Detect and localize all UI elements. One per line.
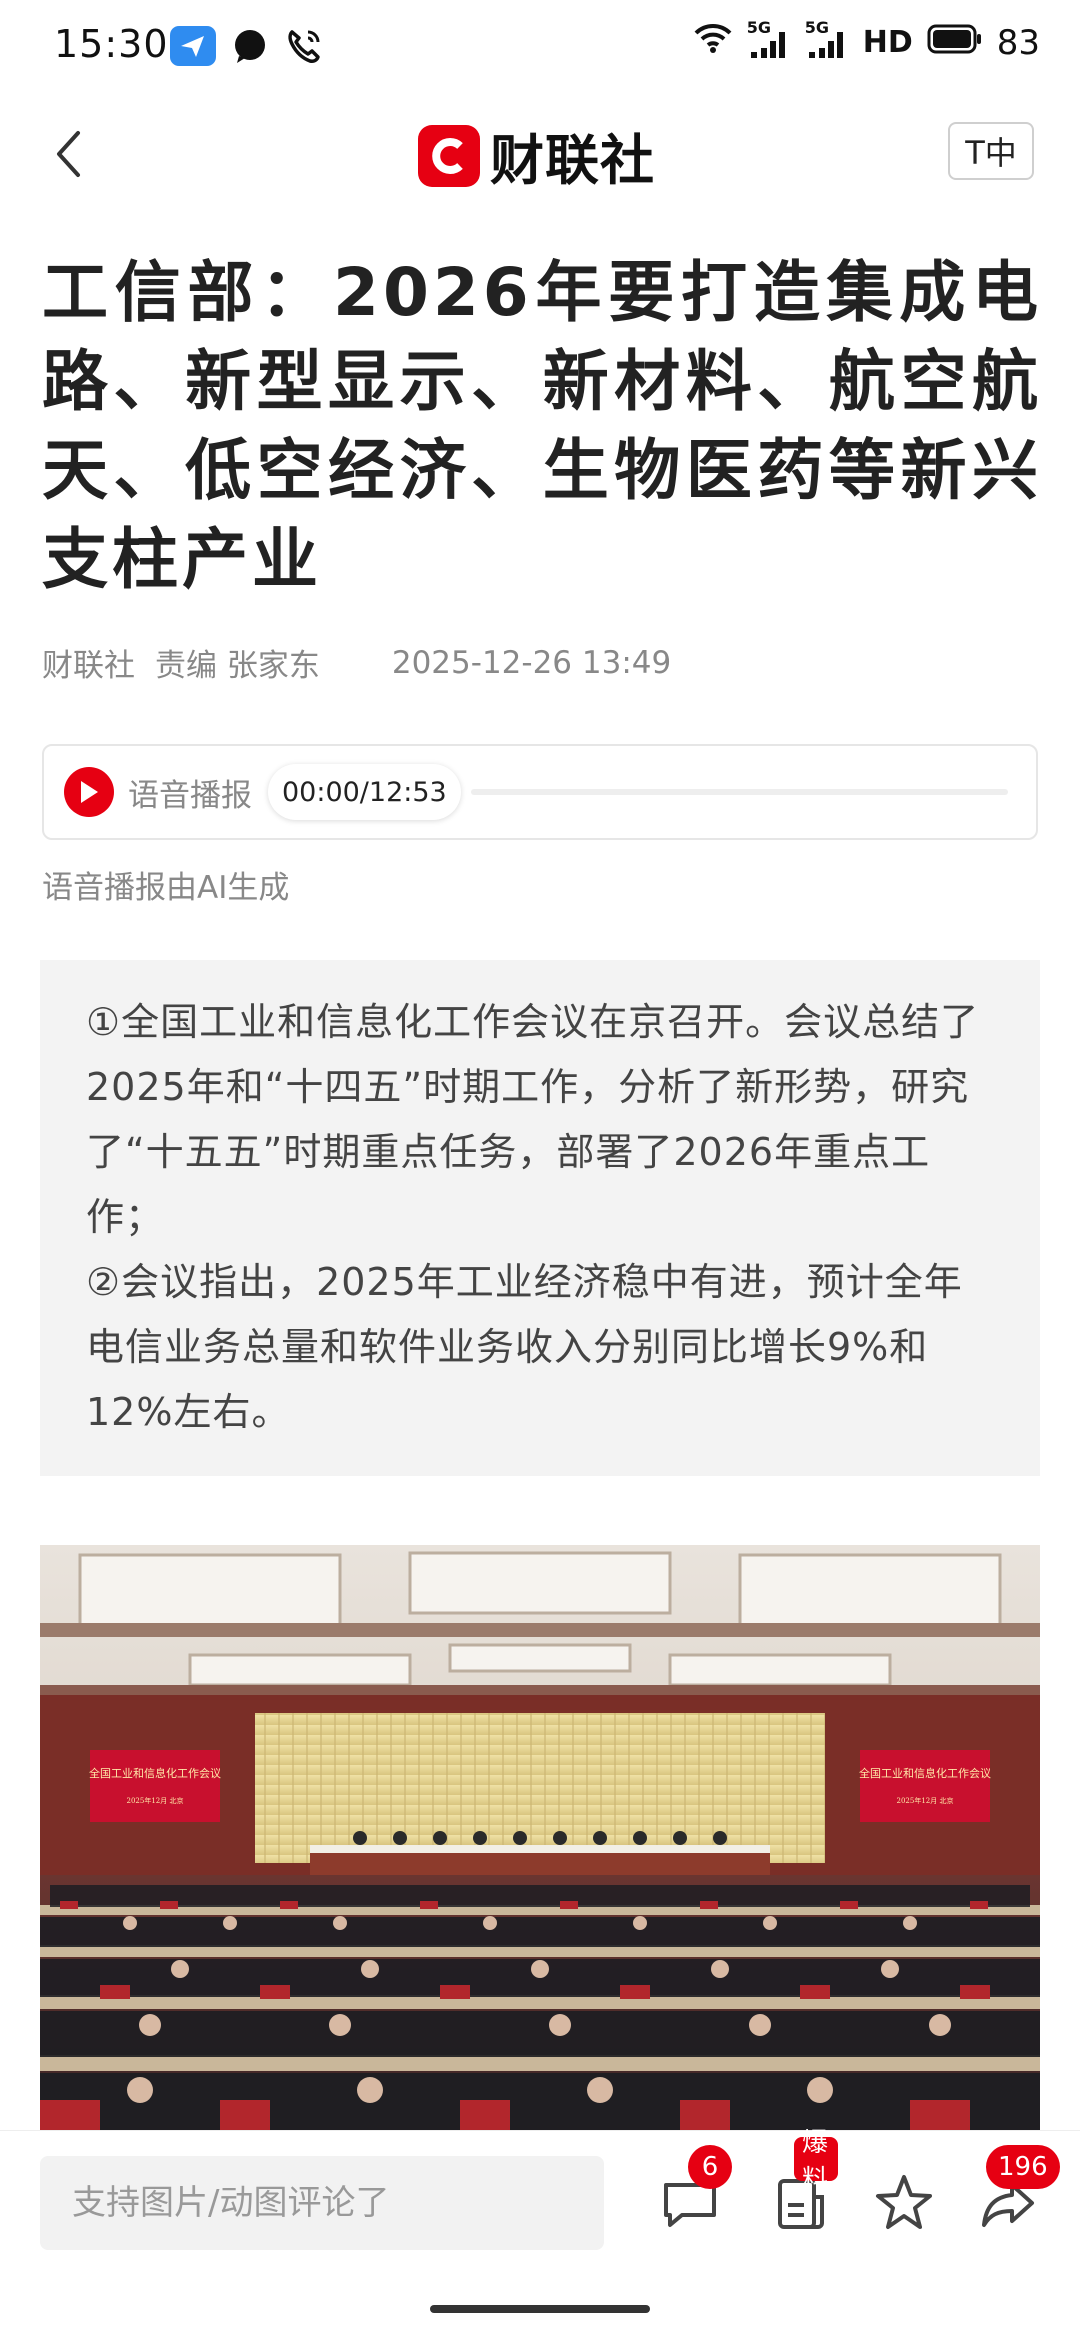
home-indicator[interactable] [430,2305,650,2313]
signal-icon-1: 5G [747,18,791,60]
comment-count-badge: 6 [688,2145,732,2189]
banner-left-sub: 2025年12月 北京 [127,1796,184,1805]
status-bar: 15:30 5G 5G HD 83 [0,0,1080,90]
article-photo[interactable]: 全国工业和信息化工作会议 2025年12月 北京 全国工业和信息化工作会议 20… [40,1545,1040,2133]
comment-input[interactable] [40,2156,604,2250]
article-datetime: 2025-12-26 13:49 [391,644,672,681]
play-button[interactable] [64,767,114,817]
hd-label: HD [862,25,913,60]
summary-box: ①全国工业和信息化工作会议在京召开。会议总结了2025年和“十四五”时期工作，分… [40,960,1040,1476]
summary-point-2: ②会议指出，2025年工业经济稳中有进，预计全年电信业务总量和软件业务收入分别同… [86,1260,963,1434]
article-meta: 财联社 责编 张家东 2025-12-26 13:49 [42,640,671,685]
app-header: 财联社 T中 [0,100,1080,210]
share-count-badge: 196 [986,2145,1060,2189]
brand-logo-mark [418,124,480,187]
comment-button[interactable]: 6 [658,2145,732,2235]
audio-player: 语音播报 00:00/12:53 [42,744,1038,840]
back-arrow-icon [57,131,80,177]
brand-logo: 财联社 [418,116,655,195]
network-type-1: 5G [746,17,771,37]
star-icon [876,2175,932,2229]
phone-icon [284,26,330,66]
battery-icon [927,23,983,63]
play-icon [81,781,98,803]
status-indicators: 5G 5G HD 83 [693,18,1040,63]
font-size-button[interactable]: T中 [948,122,1034,180]
article-editor: 责编 张家东 [155,648,320,684]
banner-right-sub: 2025年12月 北京 [897,1796,954,1805]
summary-point-1: ①全国工业和信息化工作会议在京召开。会议总结了2025年和“十四五”时期工作，分… [86,1000,980,1239]
network-type-2: 5G [804,17,829,37]
article-source: 财联社 [42,648,135,684]
share-button[interactable]: 196 [976,2145,1060,2235]
message-icon [230,26,276,66]
report-button[interactable]: 爆料 [768,2128,838,2235]
conference-photo: 全国工业和信息化工作会议 2025年12月 北京 全国工业和信息化工作会议 20… [40,1545,1040,2133]
article-title: 工信部：2026年要打造集成电路、新型显示、新材料、航空航天、低空经济、生物医药… [42,254,1042,598]
audio-progress[interactable] [470,789,1008,795]
banner-left-text: 全国工业和信息化工作会议 [89,1766,221,1780]
audio-label: 语音播报 [128,777,252,814]
banner-right-text: 全国工业和信息化工作会议 [859,1766,991,1780]
favorite-button[interactable] [872,2171,936,2235]
ai-note: 语音播报由AI生成 [42,870,290,906]
report-badge: 爆料 [794,2128,838,2195]
audio-time[interactable]: 00:00/12:53 [268,764,461,820]
signal-icon-2: 5G [805,18,849,60]
status-time: 15:30 [54,22,169,66]
back-button[interactable] [40,122,96,186]
brand-name: 财联社 [490,129,655,192]
battery-level: 83 [996,22,1040,63]
wifi-icon [693,22,733,63]
send-icon [170,26,216,66]
